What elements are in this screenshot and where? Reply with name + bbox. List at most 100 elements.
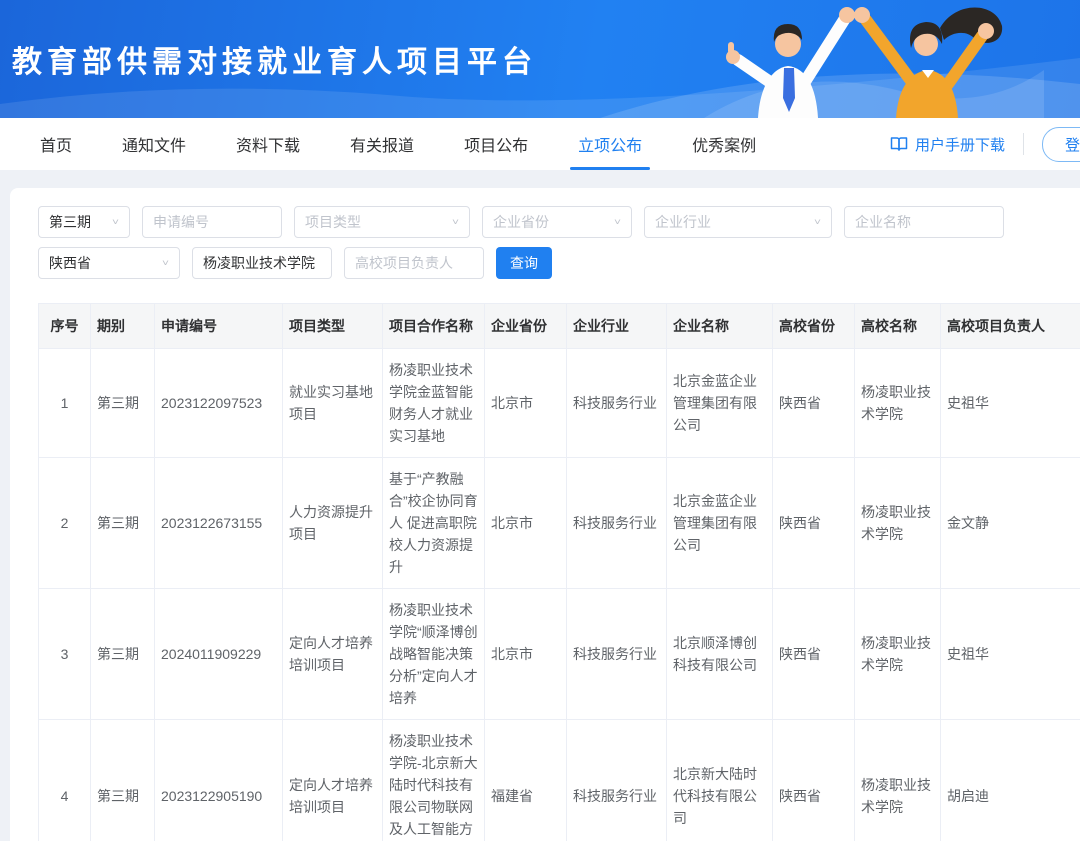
table-cell: 人力资源提升项目: [283, 458, 383, 589]
table-cell: 科技服务行业: [567, 589, 667, 720]
chevron-down-icon: ˅: [452, 216, 459, 227]
company-industry-select[interactable]: 企业行业 ˅: [644, 206, 832, 238]
column-header: 序号: [39, 304, 91, 349]
column-header: 企业省份: [485, 304, 567, 349]
book-icon: [890, 136, 908, 152]
table-row: 3第三期2024011909229定向人才培养培训项目杨凌职业技术学院“顺泽博创…: [39, 589, 1080, 720]
table-cell: 2023122905190: [155, 720, 283, 841]
banner-illustration: [704, 0, 1044, 118]
table-cell: 杨凌职业技术学院: [855, 458, 941, 589]
filter-row-1: 第三期 ˅ 项目类型 ˅ 企业省份 ˅ 企业行业 ˅: [38, 206, 1080, 238]
period-select[interactable]: 第三期 ˅: [38, 206, 130, 238]
table-cell: 定向人才培养培训项目: [283, 720, 383, 841]
chevron-down-icon: ˅: [162, 257, 169, 268]
page-title: 教育部供需对接就业育人项目平台: [0, 37, 537, 81]
table-row: 4第三期2023122905190定向人才培养培训项目杨凌职业技术学院-北京新大…: [39, 720, 1080, 841]
nav-item-excellent-cases[interactable]: 优秀案例: [692, 118, 756, 170]
main-content: 第三期 ˅ 项目类型 ˅ 企业省份 ˅ 企业行业 ˅: [0, 170, 1080, 841]
user-manual-label: 用户手册下载: [915, 134, 1005, 155]
table-cell: 北京顺泽博创科技有限公司: [667, 589, 773, 720]
search-button[interactable]: 查询: [496, 247, 552, 279]
table-cell: 1: [39, 349, 91, 458]
column-header: 企业名称: [667, 304, 773, 349]
table-cell: 基于“产教融合”校企协同育人 促进高职院校人力资源提升: [383, 458, 485, 589]
table-cell: 定向人才培养培训项目: [283, 589, 383, 720]
apply-number-input[interactable]: [142, 206, 282, 238]
project-type-select[interactable]: 项目类型 ˅: [294, 206, 470, 238]
table-cell: 北京市: [485, 589, 567, 720]
table-cell: 3: [39, 589, 91, 720]
chevron-down-icon: ˅: [614, 216, 621, 227]
table-cell: 就业实习基地项目: [283, 349, 383, 458]
table-cell: 2023122673155: [155, 458, 283, 589]
filter-row-2: 陕西省 ˅ 查询: [38, 247, 1080, 279]
column-header: 高校省份: [773, 304, 855, 349]
table-cell: 科技服务行业: [567, 458, 667, 589]
table-cell: 北京金蓝企业管理集团有限公司: [667, 458, 773, 589]
table-wrapper: 序号期别申请编号项目类型项目合作名称企业省份企业行业企业名称高校省份高校名称高校…: [38, 303, 1080, 841]
table-cell: 杨凌职业技术学院-北京新大陆时代科技有限公司物联网及人工智能方向人才培养: [383, 720, 485, 841]
page: 教育部供需对接就业育人项目平台: [0, 0, 1080, 841]
table-cell: 2: [39, 458, 91, 589]
table-cell: 科技服务行业: [567, 720, 667, 841]
filter-bar: 第三期 ˅ 项目类型 ˅ 企业省份 ˅ 企业行业 ˅: [38, 206, 1080, 279]
nav-item-related-reports[interactable]: 有关报道: [350, 118, 414, 170]
table-row: 2第三期2023122673155人力资源提升项目基于“产教融合”校企协同育人 …: [39, 458, 1080, 589]
navbar: 首页通知文件资料下载有关报道项目公布立项公布优秀案例 用户手册下载 登录: [0, 118, 1080, 170]
chevron-down-icon: ˅: [112, 216, 119, 227]
column-header: 项目合作名称: [383, 304, 485, 349]
table-cell: 陕西省: [773, 720, 855, 841]
nav-item-approval-announcement[interactable]: 立项公布: [578, 118, 642, 170]
school-leader-input[interactable]: [344, 247, 484, 279]
column-header: 项目类型: [283, 304, 383, 349]
content-card: 第三期 ˅ 项目类型 ˅ 企业省份 ˅ 企业行业 ˅: [10, 188, 1080, 841]
company-name-input[interactable]: [844, 206, 1004, 238]
column-header: 申请编号: [155, 304, 283, 349]
school-province-select[interactable]: 陕西省 ˅: [38, 247, 180, 279]
nav-right: 用户手册下载 登录: [890, 118, 1080, 170]
column-header: 高校项目负责人: [941, 304, 1080, 349]
table-cell: 杨凌职业技术学院: [855, 720, 941, 841]
results-table: 序号期别申请编号项目类型项目合作名称企业省份企业行业企业名称高校省份高校名称高校…: [38, 303, 1080, 841]
table-cell: 北京金蓝企业管理集团有限公司: [667, 349, 773, 458]
table-cell: 第三期: [91, 589, 155, 720]
nav-item-home[interactable]: 首页: [40, 118, 72, 170]
nav-item-material-download[interactable]: 资料下载: [236, 118, 300, 170]
table-cell: 陕西省: [773, 589, 855, 720]
table-cell: 史祖华: [941, 349, 1080, 458]
table-cell: 科技服务行业: [567, 349, 667, 458]
banner: 教育部供需对接就业育人项目平台: [0, 0, 1080, 118]
table-header-row: 序号期别申请编号项目类型项目合作名称企业省份企业行业企业名称高校省份高校名称高校…: [39, 304, 1080, 349]
table-cell: 2023122097523: [155, 349, 283, 458]
table-cell: 北京市: [485, 349, 567, 458]
table-cell: 陕西省: [773, 458, 855, 589]
company-province-select[interactable]: 企业省份 ˅: [482, 206, 632, 238]
table-cell: 福建省: [485, 720, 567, 841]
table-cell: 北京市: [485, 458, 567, 589]
table-cell: 史祖华: [941, 589, 1080, 720]
table-cell: 金文静: [941, 458, 1080, 589]
table-cell: 北京新大陆时代科技有限公司: [667, 720, 773, 841]
table-cell: 杨凌职业技术学院: [855, 589, 941, 720]
table-cell: 第三期: [91, 720, 155, 841]
table-row: 1第三期2023122097523就业实习基地项目杨凌职业技术学院金蓝智能财务人…: [39, 349, 1080, 458]
column-header: 高校名称: [855, 304, 941, 349]
table-cell: 杨凌职业技术学院“顺泽博创战略智能决策分析”定向人才培养: [383, 589, 485, 720]
school-name-input[interactable]: [192, 247, 332, 279]
user-manual-link[interactable]: 用户手册下载: [890, 134, 1005, 155]
table-cell: 杨凌职业技术学院金蓝智能财务人才就业实习基地: [383, 349, 485, 458]
table-cell: 4: [39, 720, 91, 841]
column-header: 期别: [91, 304, 155, 349]
table-cell: 第三期: [91, 349, 155, 458]
login-button[interactable]: 登录: [1042, 127, 1080, 162]
chevron-down-icon: ˅: [814, 216, 821, 227]
nav-divider: [1023, 133, 1024, 155]
table-cell: 胡启迪: [941, 720, 1080, 841]
nav-item-project-announcement[interactable]: 项目公布: [464, 118, 528, 170]
column-header: 企业行业: [567, 304, 667, 349]
table-cell: 陕西省: [773, 349, 855, 458]
table-cell: 第三期: [91, 458, 155, 589]
nav-items: 首页通知文件资料下载有关报道项目公布立项公布优秀案例: [40, 118, 756, 170]
nav-item-notice-files[interactable]: 通知文件: [122, 118, 186, 170]
table-cell: 2024011909229: [155, 589, 283, 720]
